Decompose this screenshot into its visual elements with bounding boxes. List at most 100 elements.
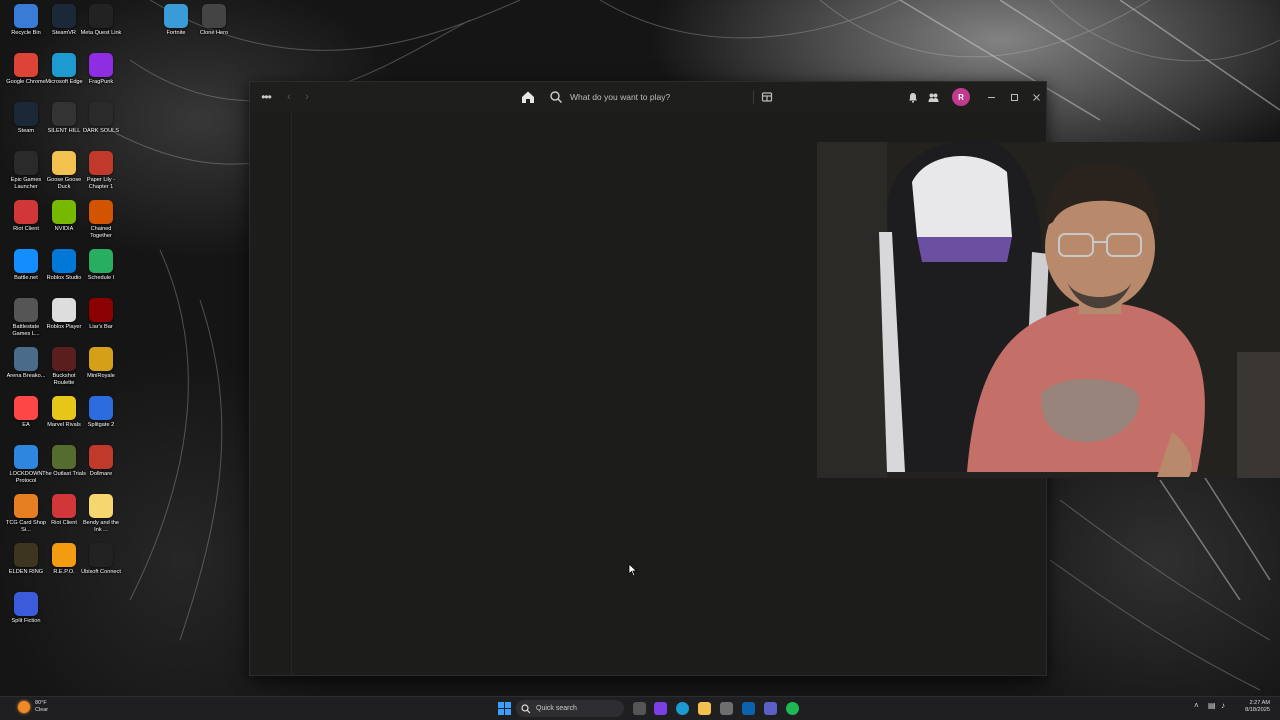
riot-client-icon [52, 494, 76, 518]
desktop-shortcut-label: Dollmare [89, 471, 113, 477]
desktop-shortcut[interactable]: Marvel Rivals [44, 396, 84, 444]
buckshot-roulette-icon [52, 347, 76, 371]
desktop-shortcut[interactable]: NVIDIA [44, 200, 84, 248]
desktop-shortcut[interactable]: ELDEN RING [6, 543, 46, 591]
left-sidebar-rail [250, 112, 292, 675]
elden-ring-icon [14, 543, 38, 567]
desktop-shortcut[interactable]: Riot Client [44, 494, 84, 542]
desktop-shortcut[interactable]: Arena Breako... [6, 347, 46, 395]
weather-widget[interactable]: 80°F Clear [18, 700, 48, 714]
steamvr-icon [52, 4, 76, 28]
schedule-i-icon [89, 249, 113, 273]
desktop-shortcut[interactable]: Bendy and the Ink ... [81, 494, 121, 542]
split-fiction-icon [14, 592, 38, 616]
cart-button[interactable] [759, 89, 775, 105]
task-view-icon[interactable] [633, 702, 646, 715]
store-icon[interactable] [720, 702, 733, 715]
network-icon[interactable]: ▤ [1208, 701, 1216, 710]
title-bar: ••• ‹ › What do you want to play? R [250, 82, 1046, 112]
desktop-shortcut[interactable]: Paper Lily - Chapter 1 [81, 151, 121, 199]
desktop-shortcut-label: FragPunk [88, 79, 114, 85]
liars-bar-icon [89, 298, 113, 322]
desktop-shortcut[interactable]: SteamVR [44, 4, 84, 52]
more-horizontal-icon[interactable]: ••• [256, 90, 276, 104]
desktop-shortcut[interactable]: Liar's Bar [81, 298, 121, 346]
desktop-shortcut[interactable]: MiniRoyale [81, 347, 121, 395]
ubisoft-icon [89, 543, 113, 567]
desktop-shortcut[interactable]: Steam [6, 102, 46, 150]
copilot-icon[interactable] [654, 702, 667, 715]
close-icon [1032, 93, 1040, 101]
desktop-shortcut[interactable]: SILENT HILL [44, 102, 84, 150]
minimize-button[interactable] [984, 90, 998, 104]
desktop-shortcut[interactable]: Riot Client [6, 200, 46, 248]
desktop-shortcut[interactable]: Epic Games Launcher [6, 151, 46, 199]
maximize-button[interactable] [1007, 90, 1021, 104]
minimize-icon [987, 96, 995, 98]
start-button[interactable] [498, 702, 511, 715]
outlast-trials-icon [52, 445, 76, 469]
desktop-shortcut[interactable]: Clone Hero [194, 4, 234, 52]
desktop-shortcut[interactable]: Split Fiction [6, 592, 46, 640]
taskbar: 80°F Clear Quick search ˄ ▤ ♪ 2:27 AM 8/… [0, 696, 1280, 720]
desktop-shortcut-label: Bendy and the Ink ... [82, 520, 120, 533]
steam-icon [14, 102, 38, 126]
desktop-shortcut-label: Chained Together [90, 226, 112, 239]
desktop-shortcut[interactable]: Microsoft Edge [44, 53, 84, 101]
desktop-shortcut[interactable]: Fortnite [156, 4, 196, 52]
desktop-shortcut-label: Splitgate 2 [87, 422, 115, 428]
cart-icon [761, 92, 773, 102]
desktop-shortcut[interactable]: Chained Together [81, 200, 121, 248]
tray-chevron-icon[interactable]: ˄ [1194, 701, 1199, 710]
teams-icon[interactable] [764, 702, 777, 715]
forward-arrow-icon[interactable]: › [300, 90, 314, 104]
desktop-shortcut[interactable]: Google Chrome [6, 53, 46, 101]
battlenet-icon [14, 249, 38, 273]
user-avatar[interactable]: R [952, 88, 970, 106]
desktop-shortcut[interactable]: EA [6, 396, 46, 444]
desktop-shortcut[interactable]: Meta Quest Link [81, 4, 121, 52]
desktop-shortcut[interactable]: Buckshot Roulette [44, 347, 84, 395]
clock-date: 8/18/2025 [1245, 707, 1270, 713]
desktop-shortcut[interactable]: DARK SOULS [81, 102, 121, 150]
roblox-player-icon [52, 298, 76, 322]
desktop-shortcut[interactable]: FragPunk [81, 53, 121, 101]
desktop-shortcut-label: Schedule I [87, 275, 115, 281]
edge-icon[interactable] [676, 702, 689, 715]
bendy-icon [89, 494, 113, 518]
miniroyale-icon [89, 347, 113, 371]
desktop-shortcut[interactable]: Dollmare [81, 445, 121, 493]
close-button[interactable] [1029, 90, 1043, 104]
desktop-shortcut[interactable]: LOCKDOWN Protocol [6, 445, 46, 493]
home-icon [522, 91, 534, 103]
desktop-shortcut-label: Liar's Bar [89, 324, 113, 330]
desktop-shortcut[interactable]: TCG Card Shop Si... [6, 494, 46, 542]
desktop-shortcut[interactable]: Recycle Bin [6, 4, 46, 52]
back-arrow-icon[interactable]: ‹ [282, 90, 296, 104]
volume-icon[interactable]: ♪ [1221, 701, 1225, 710]
file-explorer-icon[interactable] [698, 702, 711, 715]
taskbar-search[interactable]: Quick search [516, 700, 624, 717]
desktop-shortcut[interactable]: Battlestate Games L... [6, 298, 46, 346]
desktop-shortcut-label: Paper Lily - Chapter 1 [86, 177, 116, 190]
friends-icon [928, 93, 938, 102]
bell-icon [909, 92, 917, 103]
spotify-icon[interactable] [786, 702, 799, 715]
home-button[interactable] [518, 87, 538, 107]
desktop-shortcut[interactable]: Battle.net [6, 249, 46, 297]
clock-time: 2:27 AM [1249, 700, 1270, 706]
search-input[interactable]: What do you want to play? [544, 86, 756, 108]
friends-button[interactable] [926, 90, 940, 104]
desktop-shortcut[interactable]: Schedule I [81, 249, 121, 297]
desktop-shortcut[interactable]: Splitgate 2 [81, 396, 121, 444]
desktop-shortcut[interactable]: R.E.P.O. [44, 543, 84, 591]
outlook-icon[interactable] [742, 702, 755, 715]
desktop-shortcut[interactable]: Roblox Studio [44, 249, 84, 297]
search-icon [521, 703, 531, 713]
desktop-shortcut[interactable]: Goose Goose Duck [44, 151, 84, 199]
desktop-shortcut[interactable]: Ubisoft Connect [81, 543, 121, 591]
desktop-shortcut[interactable]: Roblox Player [44, 298, 84, 346]
desktop-shortcut[interactable]: The Outlast Trials [42, 445, 86, 493]
taskbar-clock[interactable]: 2:27 AM 8/18/2025 [1236, 700, 1270, 714]
notifications-button[interactable] [906, 90, 920, 104]
